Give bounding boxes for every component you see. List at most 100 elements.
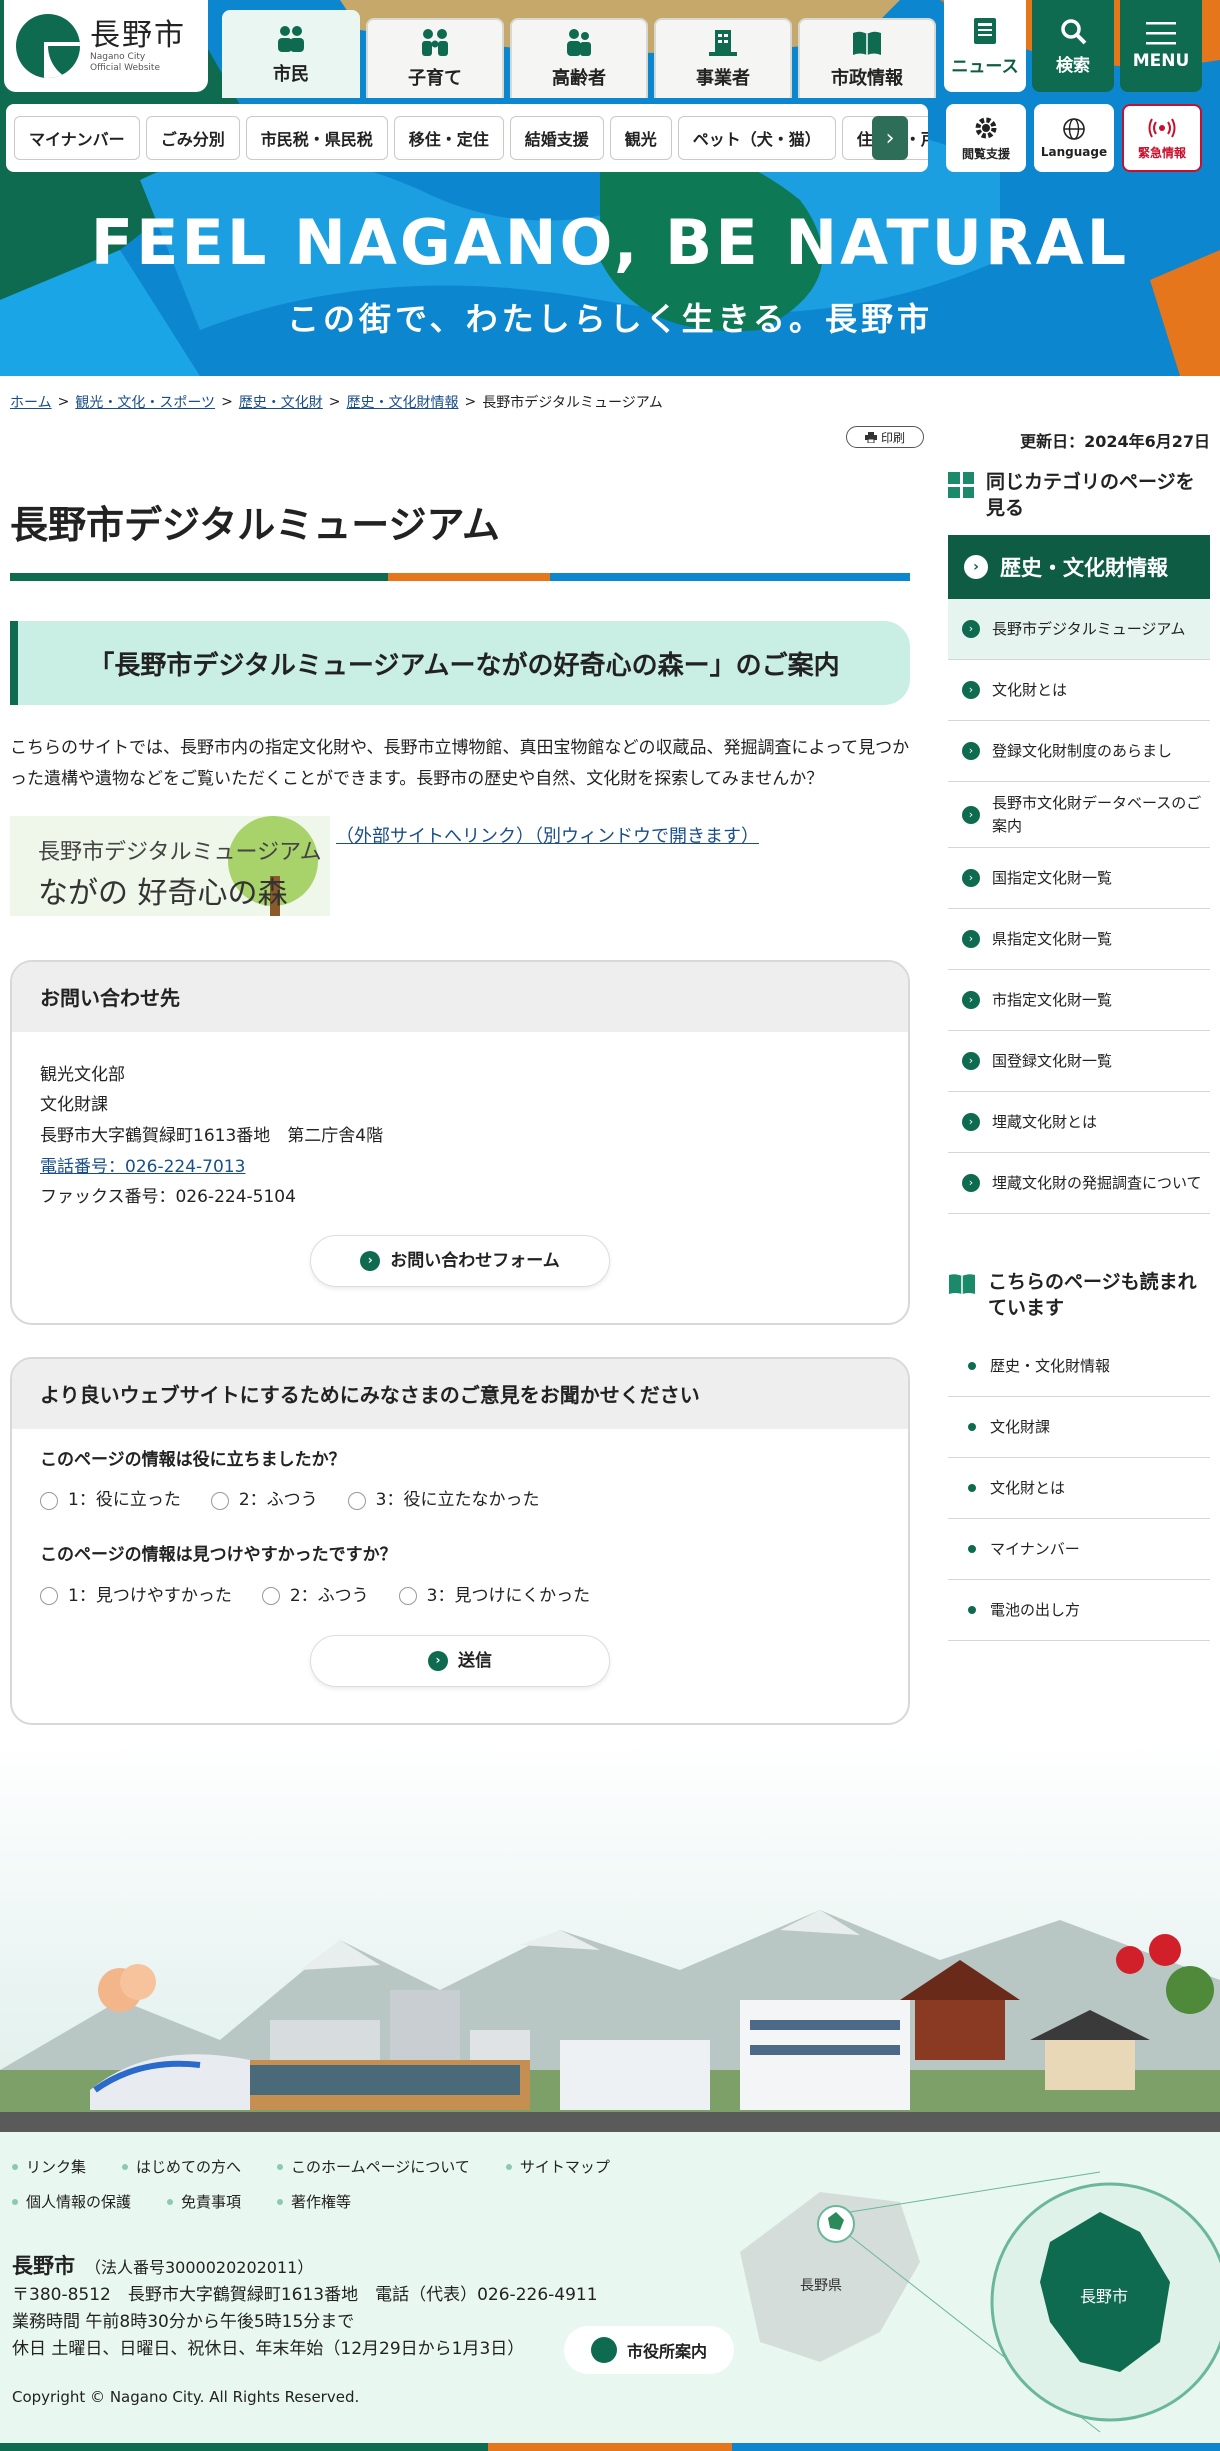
survey-submit-button[interactable]: › 送信 <box>310 1635 610 1688</box>
breadcrumb-separator: > <box>221 394 233 410</box>
news-button[interactable]: ニュース <box>944 0 1026 92</box>
city-emblem-icon <box>16 14 80 78</box>
site-name-official: Official Website <box>90 62 160 73</box>
survey-q1-option-3[interactable]: 3：役に立たなかった <box>347 1485 540 1516</box>
sidebar-category-link[interactable]: › 歴史・文化財情報 <box>948 535 1210 600</box>
nav-tab-citizens[interactable]: 市民 <box>222 10 360 98</box>
print-button[interactable]: 印刷 <box>846 426 924 448</box>
sidebar-popular-list: 歴史・文化財情報 文化財課 文化財とは マイナンバー 電池の出し方 <box>948 1336 1210 1641</box>
sidebar-item-label: 登録文化財制度のあらまし <box>992 742 1173 761</box>
nav-tab-business[interactable]: 事業者 <box>654 18 792 98</box>
accessibility-button[interactable]: 閲覧支援 <box>946 104 1026 172</box>
hero-subtitle: この街で、わたしらしく生きる。長野市 <box>286 300 934 338</box>
sidebar-item-prefecture-list[interactable]: › 県指定文化財一覧 <box>948 909 1210 971</box>
breadcrumb-home[interactable]: ホーム <box>10 392 52 412</box>
news-icon <box>974 17 996 44</box>
survey-q2-option-1[interactable]: 1：見つけやすかった <box>40 1581 232 1612</box>
contact-form-label: お問い合わせフォーム <box>390 1250 560 1271</box>
survey-card: より良いウェブサイトにするためにみなさまのご意見をお聞かせください このページの… <box>10 1356 910 1726</box>
footer-link-sitemap[interactable]: サイトマップ <box>506 2156 610 2177</box>
arrow-right-icon: › <box>962 930 980 949</box>
emergency-info-button[interactable]: 緊急情報 <box>1122 104 1202 172</box>
nav-tab-childcare[interactable]: 子育て <box>366 18 504 98</box>
footer-link-links[interactable]: リンク集 <box>12 2156 86 2177</box>
footer-address: 〒380-8512 長野市大字鶴賀緑町1613番地 電話（代表）026-226-… <box>12 2285 598 2305</box>
sidebar-item-what-is-heritage[interactable]: › 文化財とは <box>948 660 1210 722</box>
sidebar-item-city-list[interactable]: › 市指定文化財一覧 <box>948 970 1210 1032</box>
arrow-right-icon: › <box>360 1250 381 1271</box>
breadcrumb-tourism[interactable]: 観光・文化・スポーツ <box>75 392 215 412</box>
arrow-right-icon: › <box>962 805 980 824</box>
nav-tab-label: 市政情報 <box>831 68 903 89</box>
digital-museum-banner[interactable]: 長野市デジタルミュージアム ながの 好奇心の森 <box>10 815 330 916</box>
quick-link-relocation[interactable]: 移住・定住 <box>393 116 504 160</box>
sidebar-item-registration-system[interactable]: › 登録文化財制度のあらまし <box>948 721 1210 783</box>
radio-button[interactable] <box>398 1586 417 1605</box>
radio-button[interactable] <box>40 1586 58 1605</box>
sidebar-item-digital-museum[interactable]: › 長野市デジタルミュージアム <box>948 599 1210 661</box>
quick-link-mynumber[interactable]: マイナンバー <box>14 116 140 160</box>
site-name: 長野市 <box>90 17 186 53</box>
radio-button[interactable] <box>40 1491 58 1510</box>
title-divider <box>10 573 910 581</box>
footer-link-disclaimer[interactable]: 免責事項 <box>167 2191 241 2212</box>
quick-link-marriage[interactable]: 結婚支援 <box>509 116 604 160</box>
sidebar-item-excavation[interactable]: › 埋蔵文化財の発掘調査について <box>948 1153 1210 1215</box>
popular-item-batteries[interactable]: 電池の出し方 <box>948 1580 1210 1641</box>
option-label: 3：役に立たなかった <box>375 1490 540 1511</box>
contact-phone-link[interactable]: 電話番号：026-224-7013 <box>40 1157 245 1177</box>
breadcrumb-history[interactable]: 歴史・文化財 <box>239 392 323 412</box>
copyright: Copyright © Nagano City. All Rights Rese… <box>12 2388 360 2406</box>
book-icon <box>853 31 881 55</box>
language-button[interactable]: Language <box>1034 104 1114 172</box>
page-title: 長野市デジタルミュージアム <box>10 503 500 547</box>
sidebar-item-label: 埋蔵文化財とは <box>992 1113 1098 1132</box>
radio-button[interactable] <box>347 1491 366 1510</box>
open-book-icon <box>949 1274 975 1295</box>
sidebar-item-buried-heritage[interactable]: › 埋蔵文化財とは <box>948 1092 1210 1154</box>
arrow-right-icon: › <box>962 742 980 761</box>
breadcrumb-separator: > <box>57 394 70 410</box>
external-link[interactable]: （外部サイトへリンク）（別ウィンドウで開きます） <box>336 822 759 848</box>
footer-link-privacy[interactable]: 個人情報の保護 <box>12 2191 131 2212</box>
sidebar-heading-label: こちらのページも読まれています <box>988 1271 1197 1319</box>
submit-label: 送信 <box>458 1650 492 1671</box>
survey-q1-option-2[interactable]: 2：ふつう <box>210 1485 318 1516</box>
footer-link-first-time[interactable]: はじめての方へ <box>122 2156 241 2177</box>
popular-item-heritage-info[interactable]: 歴史・文化財情報 <box>948 1336 1210 1397</box>
sidebar-item-label: 長野市デジタルミュージアム <box>992 620 1186 639</box>
search-button[interactable]: 検索 <box>1032 0 1114 92</box>
survey-q2-option-3[interactable]: 3：見つけにくかった <box>398 1581 590 1612</box>
quick-link-tourism[interactable]: 観光 <box>609 116 672 160</box>
print-label: 印刷 <box>880 430 905 445</box>
site-logo[interactable]: 長野市 Nagano City Official Website <box>4 0 208 92</box>
survey-q1-option-1[interactable]: 1：役に立った <box>40 1485 181 1516</box>
sidebar-item-database[interactable]: › 長野市文化財データベースのご案内 <box>948 782 1210 849</box>
footer-hours: 業務時間 午前8時30分から午後5時15分まで <box>12 2312 355 2333</box>
popular-item-mynumber[interactable]: マイナンバー <box>948 1519 1210 1580</box>
footer-link-copyright[interactable]: 著作権等 <box>277 2191 351 2212</box>
building-icon <box>709 30 737 56</box>
chevron-right-icon[interactable]: › <box>872 116 908 160</box>
footer-link-about[interactable]: このホームページについて <box>277 2156 470 2177</box>
popular-item-heritage-section[interactable]: 文化財課 <box>948 1397 1210 1458</box>
arrow-right-icon: › <box>964 555 988 580</box>
popular-item-what-is-heritage[interactable]: 文化財とは <box>948 1458 1210 1519</box>
quick-link-tax[interactable]: 市民税・県民税 <box>245 116 388 160</box>
radio-button[interactable] <box>261 1586 280 1605</box>
sidebar-item-registered-list[interactable]: › 国登録文化財一覧 <box>948 1031 1210 1093</box>
breadcrumb-heritage-info[interactable]: 歴史・文化財情報 <box>347 392 459 412</box>
menu-button[interactable]: MENU <box>1120 0 1202 92</box>
sidebar: 同じカテゴリのページを見る › 歴史・文化財情報 › 長野市デジタルミュージアム … <box>948 470 1210 1641</box>
sidebar-item-label: 国指定文化財一覧 <box>992 869 1113 888</box>
quick-link-garbage[interactable]: ごみ分別 <box>145 116 240 160</box>
nav-tab-elderly[interactable]: 高齢者 <box>510 18 648 98</box>
sidebar-item-national-list[interactable]: › 国指定文化財一覧 <box>948 848 1210 910</box>
survey-q2-option-2[interactable]: 2：ふつう <box>261 1581 369 1612</box>
city-emblem-icon <box>590 2337 617 2363</box>
main-nav: 市民 子育て 高齢者 事業者 市政情報 <box>222 10 936 98</box>
contact-form-button[interactable]: › お問い合わせフォーム <box>310 1234 610 1287</box>
radio-button[interactable] <box>210 1491 229 1510</box>
nav-tab-city-info[interactable]: 市政情報 <box>798 18 936 98</box>
quick-link-pets[interactable]: ペット（犬・猫） <box>677 116 836 160</box>
